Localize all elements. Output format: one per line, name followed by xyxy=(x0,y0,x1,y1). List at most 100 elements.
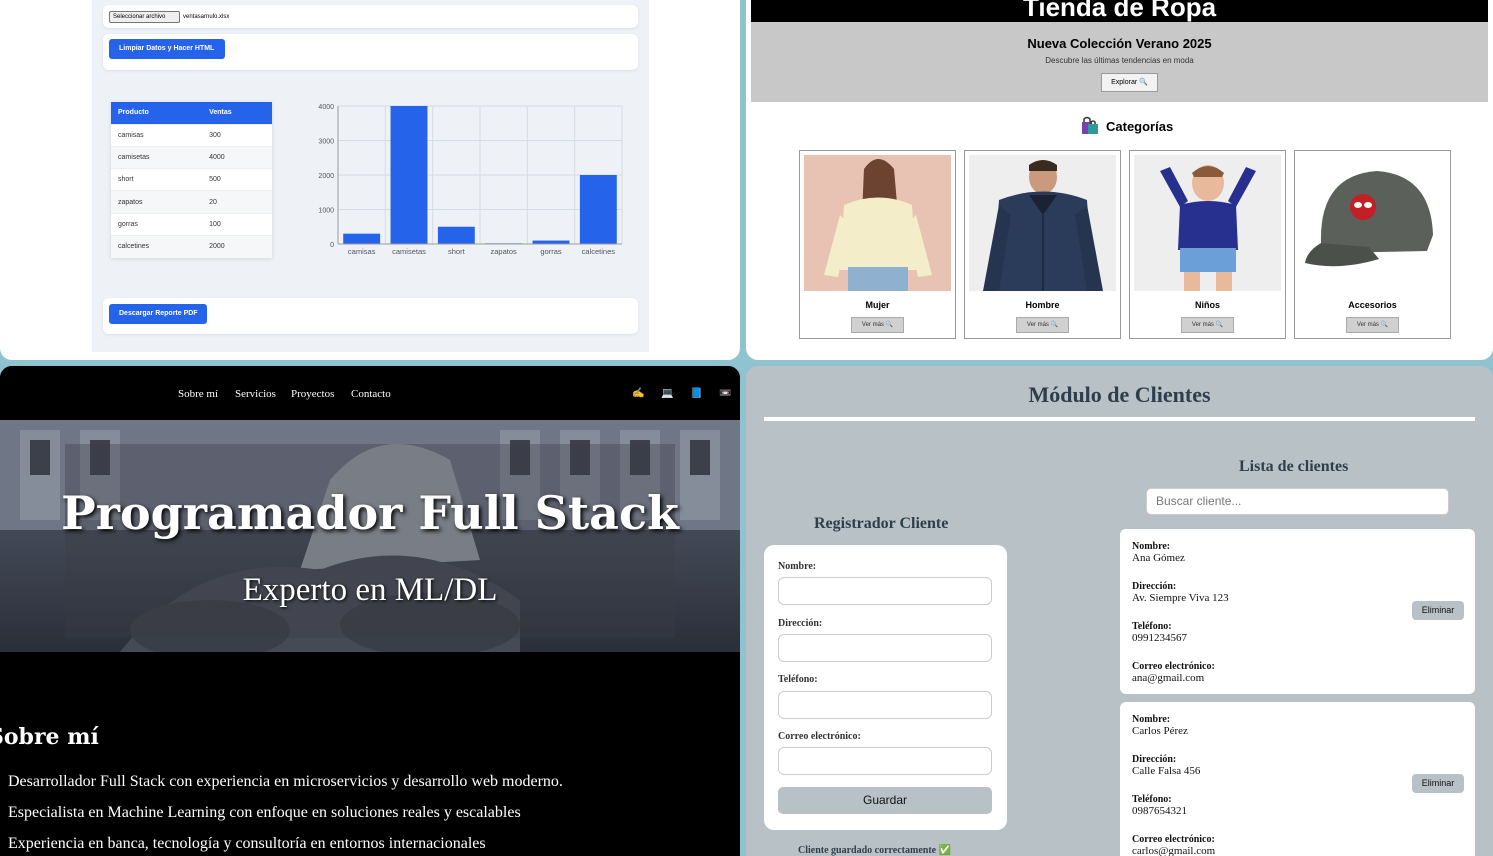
client-address: Av. Siempre Viva 123 xyxy=(1132,592,1229,604)
x-tick-label: short xyxy=(448,247,466,256)
writing-hand-icon[interactable]: ✍ xyxy=(632,388,644,399)
email-field[interactable] xyxy=(778,747,992,775)
categories-heading-label: Categorías xyxy=(1106,118,1174,134)
client-name-label: Nombre: xyxy=(1132,541,1171,552)
form-heading: Registrador Cliente xyxy=(814,515,949,532)
delete-button[interactable]: Eliminar xyxy=(1412,601,1464,620)
client-phone-label: Teléfono: xyxy=(1132,794,1172,805)
table-cell: zapatos xyxy=(111,190,203,214)
module-title: Módulo de Clientes xyxy=(1028,382,1211,407)
nav-link-projects[interactable]: Proyectos xyxy=(291,388,334,400)
category-card-kids[interactable]: Niños Ver más 🔍 xyxy=(1129,150,1286,339)
name-field[interactable] xyxy=(778,577,992,605)
see-more-button[interactable]: Ver más 🔍 xyxy=(1016,317,1069,333)
y-tick-label: 2000 xyxy=(318,173,334,180)
table-header-sales: Ventas xyxy=(202,102,272,124)
see-more-button[interactable]: Ver más 🔍 xyxy=(1181,317,1234,333)
category-name: Hombre xyxy=(1025,300,1060,310)
address-field[interactable] xyxy=(778,634,992,662)
address-label: Dirección: xyxy=(778,618,823,629)
client-email-label: Correo electrónico: xyxy=(1132,834,1215,845)
choose-file-button[interactable]: Seleccionar archivo xyxy=(109,11,180,23)
table-header-product: Producto xyxy=(111,102,203,124)
title-divider xyxy=(764,417,1475,421)
hero-subtitle: Experto en ML/DL xyxy=(242,572,498,608)
store-title: Tienda de Ropa xyxy=(751,0,1488,22)
phone-field[interactable] xyxy=(778,691,992,719)
table-row: short 500 xyxy=(111,168,272,191)
about-line: Especialista en Machine Learning con enf… xyxy=(8,804,521,821)
table-row: camisetas 4000 xyxy=(111,145,272,169)
men-product-image xyxy=(969,155,1116,291)
delete-button[interactable]: Eliminar xyxy=(1412,774,1464,793)
table-cell: 2000 xyxy=(202,234,272,258)
nav-link-services[interactable]: Servicios xyxy=(235,388,276,400)
selected-file-name: ventasarnulo.xlsx xyxy=(183,14,230,20)
portfolio-window: Sobre mí Servicios Proyectos Contacto ✍ … xyxy=(0,366,740,856)
table-cell: 500 xyxy=(202,168,272,191)
category-card-men[interactable]: Hombre Ver más 🔍 xyxy=(964,150,1121,339)
phone-label: Teléfono: xyxy=(778,674,818,685)
nav-link-contact[interactable]: Contacto xyxy=(351,388,391,400)
download-pdf-button[interactable]: Descargar Reporte PDF xyxy=(109,304,207,324)
table-cell: 4000 xyxy=(202,145,272,169)
client-form: Nombre: Dirección: Teléfono: Correo elec… xyxy=(764,545,1007,830)
table-row: calcetines 2000 xyxy=(111,234,272,258)
x-tick-label: camisetas xyxy=(392,247,426,256)
client-email: ana@gmail.com xyxy=(1132,672,1205,684)
chart-bar xyxy=(579,175,617,244)
client-phone: 0991234567 xyxy=(1132,632,1187,644)
explore-button[interactable]: Explorar 🔍 xyxy=(1101,73,1158,92)
table-row: gorras 100 xyxy=(111,212,272,236)
chart-bar xyxy=(390,106,428,244)
laptop-icon[interactable]: 💻 xyxy=(661,388,673,399)
client-address: Calle Falsa 456 xyxy=(1132,765,1201,777)
videocassette-icon[interactable]: 📼 xyxy=(719,388,731,399)
client-address-label: Dirección: xyxy=(1132,754,1177,765)
women-product-image xyxy=(804,155,951,291)
kids-product-image xyxy=(1134,155,1281,291)
email-label: Correo electrónico: xyxy=(778,731,861,742)
shopping-bags-icon xyxy=(1082,116,1098,134)
chart-bar xyxy=(343,233,381,244)
y-tick-label: 0 xyxy=(330,242,334,249)
table-cell: calcetines xyxy=(111,234,203,258)
table-row: zapatos 20 xyxy=(111,190,272,214)
client-card: Nombre: Ana Gómez Dirección: Av. Siempre… xyxy=(1120,529,1475,694)
table-cell: 300 xyxy=(202,123,272,147)
portfolio-navbar: Sobre mí Servicios Proyectos Contacto ✍ … xyxy=(0,366,740,420)
about-line: Experiencia en banca, tecnología y consu… xyxy=(8,835,486,852)
x-tick-label: zapatos xyxy=(491,247,518,256)
table-cell: camisas xyxy=(111,123,203,147)
chart-bar xyxy=(532,240,570,244)
book-icon[interactable]: 📘 xyxy=(690,388,702,399)
name-label: Nombre: xyxy=(778,561,817,572)
report-app-window: Seleccionar archivo ventasarnulo.xlsx Li… xyxy=(0,0,740,360)
client-phone: 0987654321 xyxy=(1132,805,1187,817)
x-tick-label: camisas xyxy=(348,247,376,256)
search-client-input[interactable]: Buscar cliente... xyxy=(1146,488,1449,515)
x-tick-label: calcetines xyxy=(582,247,616,256)
category-name: Accesorios xyxy=(1348,300,1397,310)
client-email: carlos@gmail.com xyxy=(1132,845,1216,856)
see-more-button[interactable]: Ver más 🔍 xyxy=(1346,317,1399,333)
save-button[interactable]: Guardar xyxy=(778,787,992,814)
saved-message: Cliente guardado correctamente ✅ xyxy=(798,845,952,856)
list-heading: Lista de clientes xyxy=(1239,458,1349,475)
client-email-label: Correo electrónico: xyxy=(1132,661,1215,672)
client-address-label: Dirección: xyxy=(1132,581,1177,592)
portfolio-hero: Programador Full Stack Experto en ML/DL xyxy=(0,420,740,652)
nav-link-about[interactable]: Sobre mí xyxy=(178,388,218,400)
see-more-button[interactable]: Ver más 🔍 xyxy=(851,317,904,333)
store-hero: Nueva Colección Verano 2025 Descubre las… xyxy=(751,22,1488,102)
y-tick-label: 3000 xyxy=(318,139,334,146)
category-card-accessories[interactable]: Accesorios Ver más 🔍 xyxy=(1294,150,1451,339)
table-cell: 100 xyxy=(202,212,272,236)
client-name: Carlos Pérez xyxy=(1132,725,1188,737)
x-tick-label: gorras xyxy=(540,247,562,256)
y-tick-label: 1000 xyxy=(318,208,334,215)
store-window: Tienda de Ropa Nueva Colección Verano 20… xyxy=(746,0,1493,360)
category-card-women[interactable]: Mujer Ver más 🔍 xyxy=(799,150,956,339)
sales-bar-chart: 0 1000 2000 3000 4000 camisas camisetas short za… xyxy=(318,104,623,256)
clean-data-button[interactable]: Limpiar Datos y Hacer HTML xyxy=(109,39,225,59)
